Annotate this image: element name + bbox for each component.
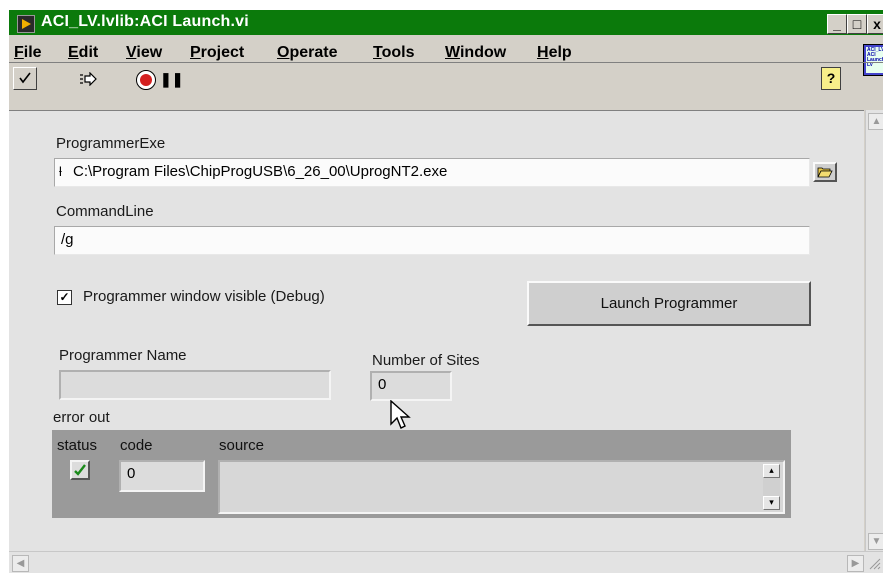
source-label: source (219, 437, 265, 454)
scroll-up-arrow-icon[interactable]: ▴ (763, 464, 780, 478)
labview-app-icon (17, 15, 35, 33)
status-ok-check-icon (74, 464, 86, 476)
launch-programmer-button[interactable]: Launch Programmer (527, 281, 811, 326)
abort-icon[interactable] (136, 70, 156, 90)
status-label: status (57, 437, 98, 454)
toolbar-control-group: ❚❚ (133, 67, 185, 90)
scroll-right-icon[interactable]: ▶ (847, 555, 864, 572)
menu-project[interactable]: Project (190, 44, 244, 62)
path-prefix-icon: ƚ (59, 164, 62, 179)
menu-tools[interactable]: Tools (373, 44, 414, 62)
error-source-indicator: ▴ ▾ (218, 460, 785, 514)
commandline-field[interactable]: /g (54, 226, 810, 255)
maximize-button[interactable]: □ (847, 14, 867, 34)
menu-view[interactable]: View (126, 44, 162, 62)
programmer-exe-path-field[interactable]: ƚ C:\Program Files\ChipProgUSB\6_26_00\U… (54, 158, 810, 187)
error-source-scrollbar[interactable]: ▴ ▾ (763, 464, 780, 510)
resize-grip-icon[interactable] (867, 556, 881, 570)
status-indicator (70, 460, 90, 480)
programmer-name-label: Programmer Name (59, 347, 187, 364)
programmer-exe-label: ProgrammerExe (56, 135, 166, 152)
menu-operate[interactable]: Operate (277, 44, 337, 62)
pause-icon[interactable]: ❚❚ (160, 71, 183, 87)
window-title: ACI_LV.lvlib:ACI Launch.vi (41, 13, 249, 30)
toolbar: ❚❚ ? (9, 62, 883, 91)
scroll-left-icon[interactable]: ◀ (12, 555, 29, 572)
scroll-down-arrow-icon[interactable]: ▾ (763, 496, 780, 510)
scroll-up-icon[interactable]: ▲ (868, 113, 883, 130)
title-bar[interactable]: ACI_LV.lvlib:ACI Launch.vi _ □ x (9, 10, 883, 35)
minimize-button[interactable]: _ (827, 14, 847, 34)
error-out-label: error out (53, 409, 110, 426)
vi-window: ACI_LV.lvlib:ACI Launch.vi _ □ x File Ed… (8, 9, 883, 573)
error-code-indicator: 0 (119, 460, 205, 492)
error-out-cluster: status code source 0 ▴ ▾ (52, 430, 791, 518)
close-button[interactable]: x (867, 14, 883, 34)
folder-open-icon (817, 167, 833, 178)
menu-edit[interactable]: Edit (68, 44, 98, 62)
menu-file[interactable]: File (14, 44, 42, 62)
debug-checkbox-box[interactable]: ✓ (57, 290, 72, 305)
run-continuously-icon[interactable] (75, 67, 101, 90)
menu-window[interactable]: Window (445, 44, 506, 62)
context-help-icon[interactable]: ? (821, 67, 841, 90)
programmer-name-indicator (59, 370, 331, 400)
checkmark-icon[interactable] (13, 67, 37, 90)
menu-help[interactable]: Help (537, 44, 572, 62)
commandline-label: CommandLine (56, 203, 154, 220)
mouse-cursor-icon (390, 400, 411, 429)
vertical-scrollbar[interactable]: ▲ ▼ (865, 110, 883, 553)
debug-checkbox-label: Programmer window visible (Debug) (83, 288, 325, 305)
number-of-sites-indicator: 0 (370, 371, 452, 401)
browse-folder-button[interactable] (813, 162, 837, 182)
number-of-sites-label: Number of Sites (372, 352, 480, 369)
programmer-exe-value: C:\Program Files\ChipProgUSB\6_26_00\Upr… (73, 163, 448, 180)
horizontal-scrollbar[interactable]: ◀ ▶ (9, 551, 883, 573)
scroll-down-icon[interactable]: ▼ (868, 533, 883, 550)
code-label: code (120, 437, 153, 454)
menu-bar: File Edit View Project Operate Tools Win… (9, 38, 869, 62)
